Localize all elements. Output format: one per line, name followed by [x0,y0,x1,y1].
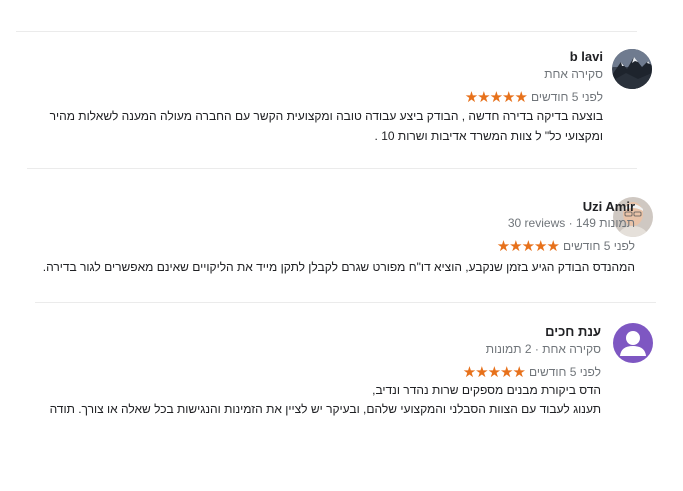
reviewer-avatar[interactable] [613,323,653,363]
review-text-line: תענוג לעבוד עם הצוות הסבלני והמקצועי שלה… [49,402,601,416]
reviewer-meta[interactable]: סקירה אחת · 2 תמונות [486,342,601,356]
review-date: לפני 5 חודשים [530,90,603,104]
default-user-avatar-icon [613,323,653,363]
review-divider [35,302,656,303]
reviewer-name[interactable]: b lavi [570,49,603,64]
top-divider [16,31,637,32]
star-rating: ★★★★★ [496,238,560,255]
review-date: לפני 5 חודשים [528,365,601,379]
review-divider [27,168,637,169]
review-text-line: המהנדס הבודק הגיע בזמן שנקבע, הוציא דו"ח… [42,260,635,274]
rating-row: ★★★★★ לפני 5 חודשים [463,363,601,381]
star-rating: ★★★★★ [462,364,526,381]
rating-row: ★★★★★ לפני 5 חודשים [497,237,635,255]
reviewer-avatar[interactable] [612,49,652,89]
review-text-line: הדס ביקורת מבנים מספקים שרות נהדר ונדיב, [372,383,601,397]
reviewer-meta[interactable]: 30 reviews · 149 תמונות [508,216,635,230]
star-rating: ★★★★★ [464,89,528,106]
rating-row: ★★★★★ לפני 5 חודשים [465,88,603,106]
review-date: לפני 5 חודשים [562,239,635,253]
review-text-line: ומקצועי כל" ל צוות המשרד אדיבות ושרות 10… [374,129,603,143]
mountain-photo-avatar-icon [612,49,652,89]
review-text-line: בוצעה בדיקה בדירה חדשה , הבודק ביצע עבוד… [49,109,603,123]
reviewer-name[interactable]: ענת חכים [545,324,601,339]
reviewer-meta[interactable]: סקירה אחת [544,67,603,81]
reviewer-name[interactable]: Uzi Amir [583,199,635,214]
